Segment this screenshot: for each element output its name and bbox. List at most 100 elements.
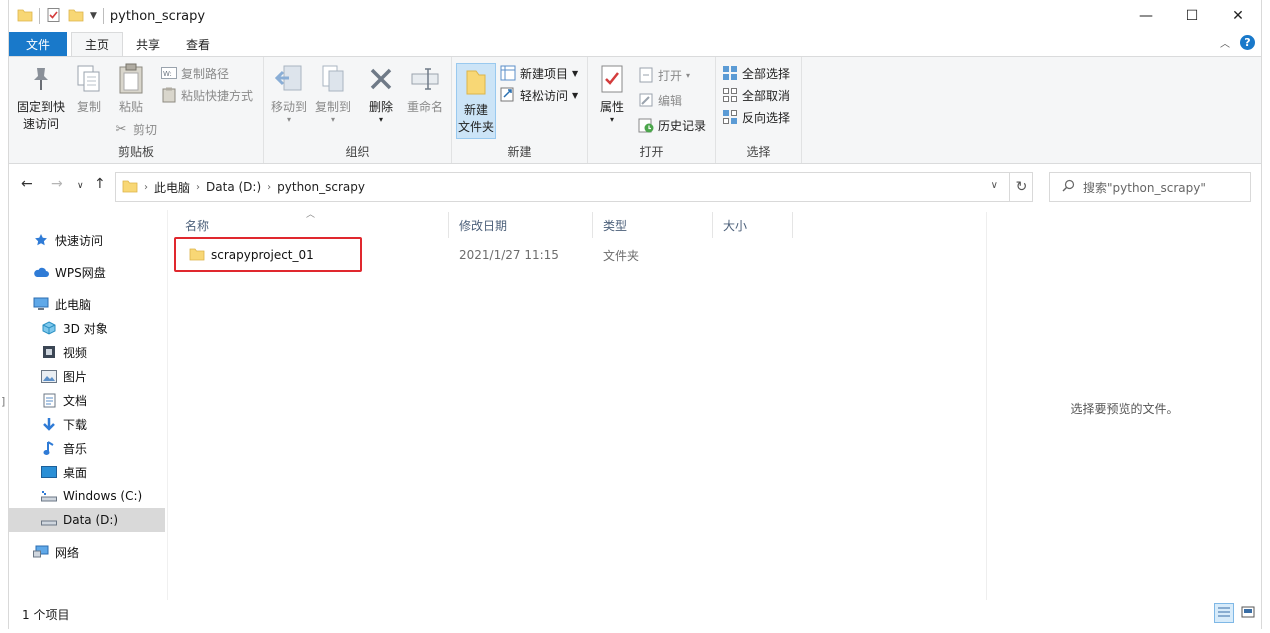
address-bar[interactable]: › 此电脑 › Data (D:) › python_scrapy ∨ <box>115 172 1033 202</box>
chevron-down-icon[interactable]: ∨ <box>991 180 998 191</box>
recent-locations-icon[interactable]: ∨ <box>77 181 84 191</box>
sidebar-item-music[interactable]: 音乐 <box>9 436 165 460</box>
forward-arrow-icon[interactable]: → <box>51 176 63 192</box>
sidebar-item-label: 文档 <box>63 393 88 408</box>
move-to-button[interactable]: 移动到 ▾ <box>268 61 310 124</box>
minimize-button[interactable]: — <box>1123 0 1169 32</box>
breadcrumb-drive-d[interactable]: Data (D:) <box>206 180 261 194</box>
paste-button[interactable]: 粘贴 <box>113 61 149 116</box>
delete-label: 删除 <box>368 100 393 114</box>
column-header-date[interactable]: 修改日期 <box>449 212 593 238</box>
tab-home[interactable]: 主页 <box>71 32 124 56</box>
edge-mark: ] <box>1 395 6 408</box>
ribbon: 固定到快 速访问 复制 粘贴 W: 复制路径 粘贴快捷方式 ✂ 剪切 剪贴板 移… <box>9 56 1261 164</box>
sort-ascending-icon: ︿ <box>306 210 316 220</box>
sidebar-item-this-pc[interactable]: 此电脑 <box>9 292 165 316</box>
help-icon[interactable]: ? <box>1240 35 1255 50</box>
sidebar-item-label: 桌面 <box>63 465 88 480</box>
cut-button[interactable]: ✂ 剪切 <box>113 119 157 139</box>
sidebar-item-drive-c[interactable]: Windows (C:) <box>9 484 165 508</box>
maximize-button[interactable]: ☐ <box>1169 0 1215 32</box>
chevron-right-icon[interactable]: › <box>196 182 200 193</box>
customize-dropdown-icon[interactable]: ▼ <box>90 11 97 21</box>
tab-share[interactable]: 共享 <box>123 32 173 56</box>
select-none-button[interactable]: 全部取消 <box>722 85 790 105</box>
back-arrow-icon[interactable]: ← <box>21 176 33 192</box>
properties-button[interactable]: 属性 ▾ <box>594 61 630 124</box>
sidebar-item-downloads[interactable]: 下载 <box>9 412 165 436</box>
sidebar-item-drive-d[interactable]: Data (D:) <box>9 508 165 532</box>
paste-label: 粘贴 <box>118 100 143 114</box>
computer-icon <box>33 296 49 312</box>
sidebar-item-network[interactable]: 网络 <box>9 540 165 564</box>
sidebar-item-documents[interactable]: 文档 <box>9 388 165 412</box>
history-button[interactable]: 历史记录 <box>638 115 706 135</box>
sidebar-item-videos[interactable]: 视频 <box>9 340 165 364</box>
quick-access-toolbar: ▼ <box>17 7 104 26</box>
collapse-ribbon-icon[interactable]: ︿ <box>1220 35 1230 50</box>
refresh-icon: ↻ <box>1015 179 1028 195</box>
dropdown-caret-icon: ▾ <box>330 115 335 124</box>
copy-path-button[interactable]: W: 复制路径 <box>161 63 229 83</box>
sidebar-item-pictures[interactable]: 图片 <box>9 364 165 388</box>
details-view-button[interactable] <box>1214 603 1234 623</box>
file-modified: 2021/1/27 11:15 <box>459 248 559 262</box>
search-placeholder: 搜索"python_scrapy" <box>1083 180 1206 195</box>
search-input[interactable]: 搜索"python_scrapy" <box>1049 172 1251 202</box>
delete-button[interactable]: 删除 ▾ <box>364 61 398 124</box>
new-folder-button[interactable]: 新建 文件夹 <box>456 63 496 139</box>
chevron-right-icon[interactable]: › <box>144 182 148 193</box>
divider <box>39 8 40 24</box>
sidebar-item-label: 网络 <box>55 545 80 560</box>
clipboard-group-label: 剪贴板 <box>117 145 154 159</box>
refresh-button[interactable]: ↻ <box>1009 172 1033 202</box>
paste-shortcut-button[interactable]: 粘贴快捷方式 <box>161 85 253 105</box>
clipboard-group: 固定到快 速访问 复制 粘贴 W: 复制路径 粘贴快捷方式 ✂ 剪切 剪贴板 <box>9 57 264 163</box>
ribbon-tabs: 文件 主页 共享 查看 ︿ ? <box>9 32 1261 56</box>
sidebar-item-quick-access[interactable]: 快速访问 <box>9 228 165 252</box>
copy-button[interactable]: 复制 <box>71 61 107 116</box>
navigation-pane: 快速访问 WPS网盘 此电脑 3D 对象 视频 图片 文档 下载 音乐 桌面 W… <box>9 210 167 600</box>
pin-quick-access-button[interactable]: 固定到快 速访问 <box>15 61 67 133</box>
up-arrow-icon[interactable]: ↑ <box>94 176 106 192</box>
paste-shortcut-label: 粘贴快捷方式 <box>181 88 254 103</box>
rename-button[interactable]: 重命名 <box>404 61 446 116</box>
column-header-type[interactable]: 类型 <box>593 212 713 238</box>
clipboard-icon <box>115 61 147 97</box>
star-icon <box>33 232 49 248</box>
sidebar-item-wps-cloud[interactable]: WPS网盘 <box>9 260 165 284</box>
invert-selection-button[interactable]: 反向选择 <box>722 107 790 127</box>
column-label: 名称 <box>185 218 210 233</box>
invert-selection-label: 反向选择 <box>742 110 791 125</box>
new-folder-icon[interactable] <box>68 7 84 26</box>
edit-icon <box>638 92 654 108</box>
folder-icon <box>122 178 138 197</box>
large-icons-view-icon <box>1241 606 1255 621</box>
sidebar-item-desktop[interactable]: 桌面 <box>9 460 165 484</box>
close-button[interactable]: ✕ <box>1215 0 1261 32</box>
chevron-right-icon[interactable]: › <box>267 182 271 193</box>
properties-icon[interactable] <box>46 7 62 26</box>
new-item-button[interactable]: 新建项目 ▼ <box>500 63 578 83</box>
column-label: 大小 <box>723 218 748 233</box>
easy-access-button[interactable]: 轻松访问 ▼ <box>500 85 578 105</box>
cut-label: 剪切 <box>133 122 158 137</box>
pin-label-1: 固定到快 <box>16 100 65 114</box>
open-button[interactable]: 打开 ▾ <box>638 65 690 85</box>
column-header-size[interactable]: 大小 <box>713 212 793 238</box>
large-icons-view-button[interactable] <box>1238 603 1258 623</box>
select-all-label: 全部选择 <box>742 66 791 81</box>
breadcrumb-this-pc[interactable]: 此电脑 <box>154 179 190 196</box>
select-group: 全部选择 全部取消 反向选择 选择 <box>716 57 802 163</box>
tab-view[interactable]: 查看 <box>173 32 223 56</box>
tab-file[interactable]: 文件 <box>9 32 67 56</box>
easy-access-label: 轻松访问 <box>520 88 569 103</box>
edit-button[interactable]: 编辑 <box>638 90 682 110</box>
edit-label: 编辑 <box>658 93 683 108</box>
select-all-button[interactable]: 全部选择 <box>722 63 790 83</box>
copy-to-button[interactable]: 复制到 ▾ <box>312 61 354 124</box>
breadcrumb-current-folder[interactable]: python_scrapy <box>277 180 365 194</box>
picture-icon <box>41 368 57 384</box>
sidebar-item-3d-objects[interactable]: 3D 对象 <box>9 316 165 340</box>
column-header-name[interactable]: ︿ 名称 <box>175 210 449 238</box>
